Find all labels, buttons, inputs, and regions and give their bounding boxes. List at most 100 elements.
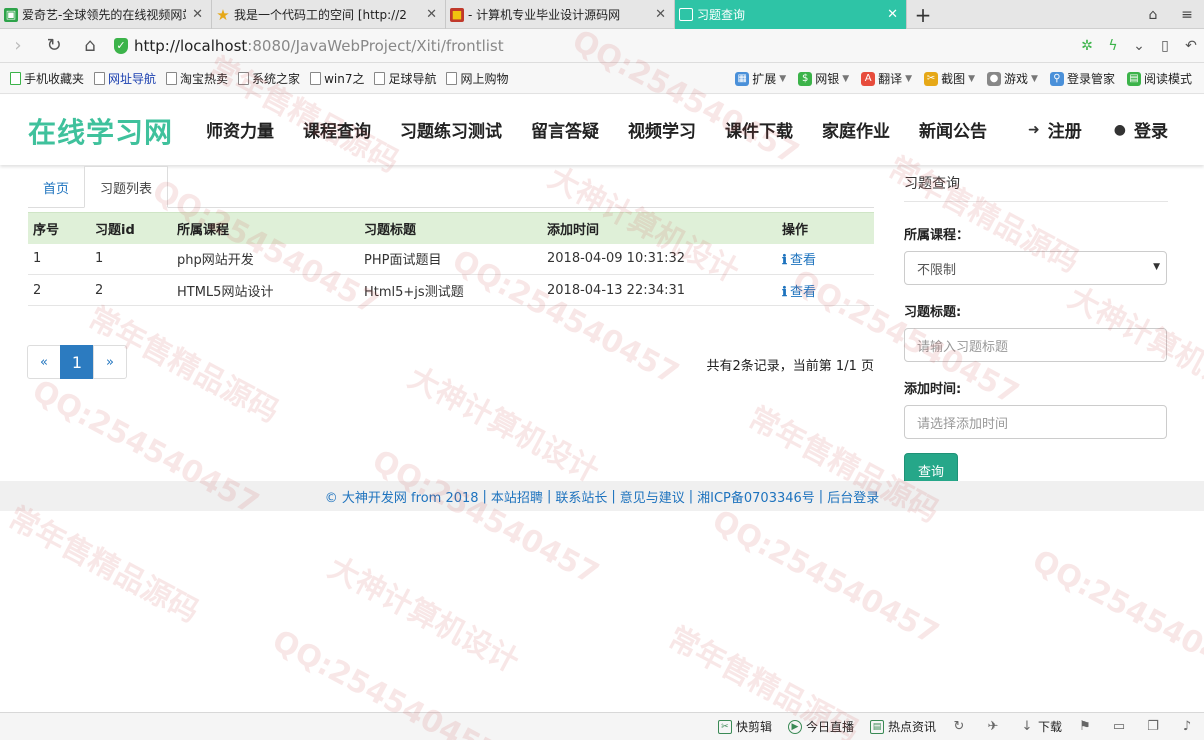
shirt-icon[interactable]: ⌂ xyxy=(1136,7,1170,23)
watermark-text: 大神计算机设计 xyxy=(322,550,525,680)
cell-no: 2 xyxy=(28,274,90,306)
auth-links: ➜ 注册 ● 登录 xyxy=(996,117,1168,143)
tool-translate[interactable]: A 翻译 ▼ xyxy=(861,70,912,87)
extensions-icon: ▦ xyxy=(735,71,750,86)
chevron-down-icon: ▼ xyxy=(842,73,850,84)
status-download[interactable]: ↓ 下载 xyxy=(1020,718,1062,735)
bookmark-item[interactable]: 网址导航 xyxy=(94,70,156,87)
forward-icon[interactable]: › xyxy=(0,35,36,56)
url-field[interactable]: http://localhost:8080/JavaWebProject/Xit… xyxy=(134,37,504,55)
tab-title: - 计算机专业毕业设计源码网 xyxy=(468,8,621,22)
bookmark-item[interactable]: 淘宝热卖 xyxy=(166,70,228,87)
nav-downloads[interactable]: 课件下载 xyxy=(725,117,793,142)
reload-icon[interactable]: ↻ xyxy=(36,35,72,56)
bookmark-item[interactable]: win7之 xyxy=(310,70,364,87)
speedup-icon[interactable]: ✲ xyxy=(1074,38,1100,54)
nav-teachers[interactable]: 师资力量 xyxy=(206,117,274,142)
cell-action: ℹ 查看 xyxy=(777,243,874,275)
close-icon[interactable]: ✕ xyxy=(887,7,898,22)
login-link[interactable]: ● 登录 xyxy=(1114,117,1168,143)
divider: | xyxy=(611,488,616,504)
view-link[interactable]: ℹ 查看 xyxy=(782,253,816,268)
breadcrumb-home[interactable]: 首页 xyxy=(28,166,84,208)
title-input[interactable]: 请输入习题标题 xyxy=(904,328,1167,362)
window-icon[interactable]: ▭ xyxy=(1112,719,1126,734)
security-shield-icon[interactable]: ✓ xyxy=(114,37,128,54)
browser-tab-iqiyi[interactable]: ▣ 爱奇艺-全球领先的在线视频网站 ✕ xyxy=(0,0,212,29)
footer-jobs[interactable]: 本站招聘 xyxy=(491,487,543,506)
site-logo[interactable]: 在线学习网 xyxy=(28,111,173,151)
phone-icon[interactable]: ▯ xyxy=(1152,38,1178,54)
watermark-text: 大神计算机设计 xyxy=(402,360,605,490)
footer-contact[interactable]: 联系站长 xyxy=(555,487,607,506)
address-bar: › ↻ ⌂ ✓ http://localhost:8080/JavaWebPro… xyxy=(0,29,1204,63)
watermark-text: QQ:254540457 xyxy=(366,443,605,592)
bookmark-item[interactable]: 网上购物 xyxy=(446,70,508,87)
register-link[interactable]: ➜ 注册 xyxy=(1028,117,1082,143)
footer-feedback[interactable]: 意见与建议 xyxy=(620,487,685,506)
browser-tab-active[interactable]: 习题查询 ✕ xyxy=(675,0,907,29)
status-quick-edit[interactable]: ✂ 快剪辑 xyxy=(717,718,772,735)
bookmark-item[interactable]: 系统之家 xyxy=(238,70,300,87)
nav-news[interactable]: 新闻公告 xyxy=(919,117,987,142)
sound-icon[interactable]: ♪ xyxy=(1180,719,1194,734)
window-menu-icon[interactable]: ≡ xyxy=(1170,7,1204,23)
dropdown-icon[interactable]: ⌄ xyxy=(1126,38,1152,54)
close-icon[interactable]: ✕ xyxy=(426,7,437,22)
view-link[interactable]: ℹ 查看 xyxy=(782,285,816,300)
prev-page-button[interactable]: « xyxy=(27,345,61,379)
nav-courses[interactable]: 课程查询 xyxy=(303,117,371,142)
restore-icon[interactable]: ❐ xyxy=(1146,719,1160,734)
nav-exercises[interactable]: 习题练习测试 xyxy=(400,117,502,142)
cell-id: 2 xyxy=(90,274,172,306)
page-1-button[interactable]: 1 xyxy=(60,345,94,379)
undo-icon[interactable]: ↶ xyxy=(1178,38,1204,54)
chevron-down-icon: ▼ xyxy=(779,73,787,84)
status-live[interactable]: ▶ 今日直播 xyxy=(787,718,854,735)
tool-reader-mode[interactable]: ▤ 阅读模式 xyxy=(1126,70,1192,87)
home-icon[interactable]: ⌂ xyxy=(72,35,108,56)
footer-copyright[interactable]: © 大神开发网 from 2018 xyxy=(325,487,479,506)
bookmark-item[interactable]: 手机收藏夹 xyxy=(10,70,84,87)
flag-icon[interactable]: ⚑ xyxy=(1078,719,1092,734)
refresh-icon[interactable]: ↻ xyxy=(952,719,966,734)
search-panel-title: 习题查询 xyxy=(904,166,1168,202)
nav-homework[interactable]: 家庭作业 xyxy=(822,117,890,142)
browser-tab-sourcecode[interactable]: ■ - 计算机专业毕业设计源码网 ✕ xyxy=(446,0,675,29)
time-label: 添加时间: xyxy=(904,382,962,397)
nav-videos[interactable]: 视频学习 xyxy=(628,117,696,142)
browser-tab-space[interactable]: ★ 我是一个代码工的空间 [http://2 ✕ xyxy=(212,0,446,29)
nav-messages[interactable]: 留言答疑 xyxy=(531,117,599,142)
tool-games[interactable]: ● 游戏 ▼ xyxy=(987,70,1038,87)
new-tab-button[interactable]: + xyxy=(907,0,939,29)
pagination-summary: 共有2条记录，当前第 1/1 页 xyxy=(706,359,874,374)
page-icon xyxy=(374,71,386,85)
tool-screenshot[interactable]: ✂ 截图 ▼ xyxy=(924,70,975,87)
time-input[interactable]: 请选择添加时间 xyxy=(904,405,1167,439)
rocket-icon[interactable]: ✈ xyxy=(986,719,1000,734)
gamepad-icon: ● xyxy=(987,71,1002,86)
breadcrumb: 首页 习题列表 xyxy=(28,166,874,208)
window-controls: ⌂ ≡ xyxy=(1136,0,1204,29)
status-news[interactable]: ▤ 热点资讯 xyxy=(869,718,936,735)
close-icon[interactable]: ✕ xyxy=(192,7,203,22)
footer-admin-login[interactable]: 后台登录 xyxy=(827,487,879,506)
page-icon xyxy=(310,71,322,85)
chevron-down-icon: ▼ xyxy=(1031,73,1038,84)
footer-icp[interactable]: 湘ICP备0703346号 xyxy=(697,487,815,506)
lightning-icon[interactable]: ϟ xyxy=(1100,38,1126,54)
breadcrumb-current: 习题列表 xyxy=(84,166,169,208)
cell-time: 2018-04-13 22:34:31 xyxy=(542,274,777,306)
close-icon[interactable]: ✕ xyxy=(655,7,666,22)
bookmark-item[interactable]: 足球导航 xyxy=(374,70,436,87)
tool-bank[interactable]: $ 网银 ▼ xyxy=(798,70,849,87)
tool-login-manager[interactable]: ⚲ 登录管家 xyxy=(1049,70,1115,87)
star-icon: ★ xyxy=(216,5,230,24)
course-select[interactable]: 不限制 ▼ xyxy=(904,251,1167,285)
cell-time: 2018-04-09 10:31:32 xyxy=(542,243,777,275)
tool-extensions[interactable]: ▦ 扩展 ▼ xyxy=(735,70,786,87)
news-icon: ▤ xyxy=(869,719,884,734)
next-page-button[interactable]: » xyxy=(93,345,127,379)
page-icon xyxy=(94,71,106,85)
title-label: 习题标题: xyxy=(904,305,962,320)
